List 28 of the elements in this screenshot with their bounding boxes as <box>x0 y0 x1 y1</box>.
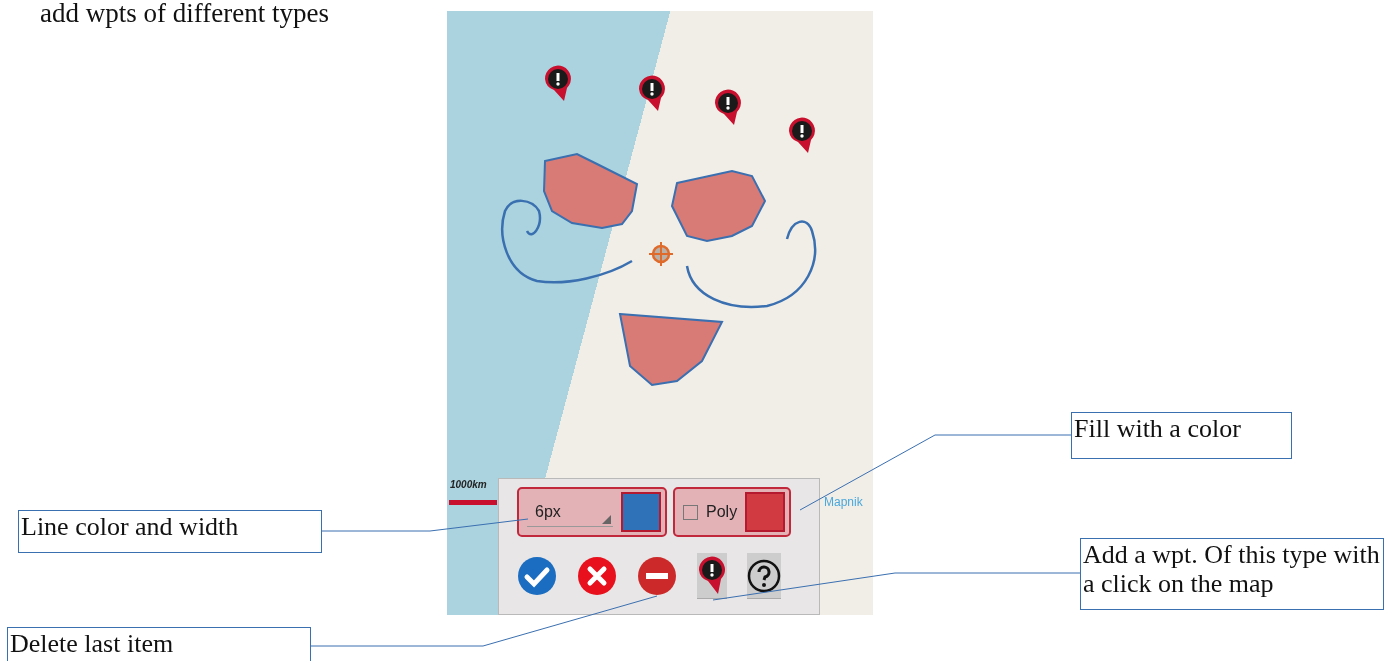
help-icon <box>747 558 781 593</box>
callout-text: Fill with a color <box>1071 412 1292 459</box>
callout-text: Line color and width <box>18 510 322 553</box>
minus-icon <box>637 556 677 596</box>
poly-label: Poly <box>706 503 738 521</box>
delete-button[interactable] <box>637 556 677 596</box>
waypoint-marker-icon <box>789 117 815 153</box>
checkmark-icon <box>517 556 557 596</box>
fill-color-swatch[interactable] <box>745 492 786 532</box>
callout-text: Delete last item <box>7 627 311 661</box>
heading-text: add wpts of different types <box>40 0 329 29</box>
confirm-button[interactable] <box>517 556 557 596</box>
help-button[interactable] <box>747 553 781 599</box>
line-width-dropdown[interactable]: 6px <box>527 497 613 527</box>
poly-checkbox[interactable] <box>683 504 698 520</box>
line-color-swatch[interactable] <box>621 492 661 532</box>
waypoint-marker-icon <box>715 89 741 125</box>
scale-bar <box>449 500 497 505</box>
map-attribution: Mapnik <box>824 495 863 509</box>
crosshair-icon <box>648 241 674 267</box>
waypoint-marker-icon <box>545 65 571 101</box>
cancel-button[interactable] <box>577 556 617 596</box>
close-icon <box>577 556 617 596</box>
waypoint-marker-icon <box>698 555 726 596</box>
waypoint-marker-icon <box>639 75 665 111</box>
scale-label: 1000km <box>450 479 487 490</box>
waypoint-button[interactable] <box>697 553 727 599</box>
callout-text: Add a wpt. Of this type with a click on the map <box>1080 538 1384 610</box>
